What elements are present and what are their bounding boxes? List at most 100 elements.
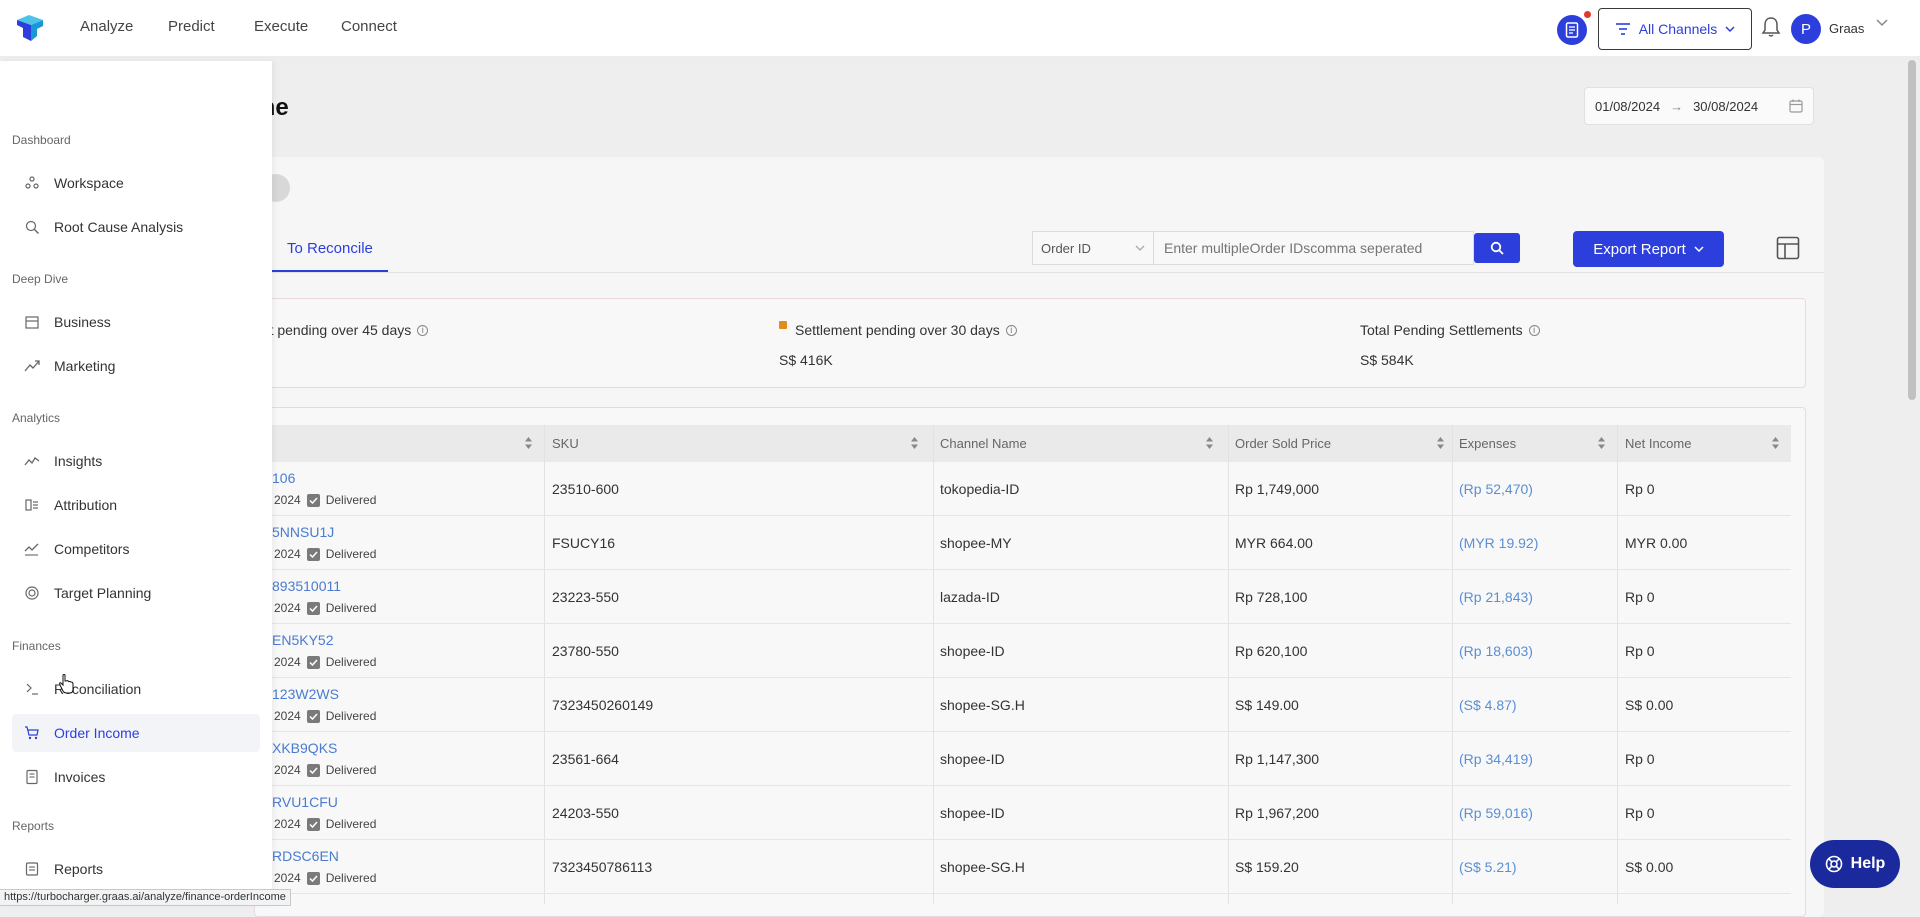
info-icon[interactable]: i (1005, 324, 1017, 336)
calendar-icon (1789, 99, 1803, 113)
sort-icon[interactable] (524, 436, 533, 450)
hand-cursor-icon (59, 674, 74, 694)
order-id-search-input[interactable] (1154, 231, 1474, 265)
export-report-label: Export Report (1593, 240, 1686, 258)
graas-logo[interactable] (15, 14, 45, 42)
sidebar-item-label: Competitors (54, 541, 130, 557)
column-header-net-income[interactable]: Net Income (1625, 436, 1691, 451)
invoice-icon (24, 769, 40, 785)
column-header-channel[interactable]: Channel Name (940, 436, 1027, 451)
order-date: 2024 (274, 601, 301, 615)
legend-marker (779, 321, 787, 329)
sidebar-section-title: Finances (12, 639, 61, 653)
order-id-link[interactable]: 123W2WS (272, 686, 339, 702)
sidebar-item-business[interactable]: Business (12, 303, 260, 341)
sidebar-item-marketing[interactable]: Marketing (12, 347, 260, 385)
help-label: Help (1850, 855, 1886, 872)
sidebar-item-label: Workspace (54, 175, 124, 191)
channel-cell: lazada-ID (940, 589, 1000, 605)
ledger-button[interactable] (1557, 15, 1587, 45)
expenses-link[interactable]: (Rp 52,470) (1459, 481, 1533, 497)
page-scrollbar[interactable] (1908, 60, 1916, 400)
column-settings-icon[interactable] (1776, 236, 1800, 260)
top-navbar: Analyze Predict Execute Connect All Chan… (0, 0, 1920, 57)
sidebar-item-reconciliation[interactable]: Reconciliation (12, 670, 260, 708)
bell-icon[interactable] (1761, 16, 1781, 38)
net-income-cell: Rp 0 (1625, 589, 1655, 605)
column-divider (1617, 425, 1618, 904)
order-id-select[interactable]: Order ID (1032, 231, 1154, 265)
help-button[interactable]: Help (1810, 840, 1900, 888)
order-status: 2024 Delivered (274, 763, 376, 777)
info-icon[interactable]: i (417, 324, 429, 336)
order-status: 2024 Delivered (274, 601, 376, 615)
tab-divider (254, 272, 1824, 273)
order-id-link[interactable]: 5NNSU1J (272, 524, 334, 540)
order-id-link[interactable]: 893510011 (272, 578, 341, 594)
expenses-link[interactable]: (Rp 34,419) (1459, 751, 1533, 767)
info-icon[interactable]: i (1528, 324, 1540, 336)
sku-cell: 24203-550 (552, 805, 619, 821)
table-row-divider (254, 677, 1791, 678)
sidebar-item-root-cause-analysis[interactable]: Root Cause Analysis (12, 208, 260, 246)
order-id-link[interactable]: RVU1CFU (272, 794, 338, 810)
sidebar-section-title: Dashboard (12, 133, 71, 147)
column-divider (933, 425, 934, 904)
sort-icon[interactable] (910, 436, 919, 450)
net-income-cell: Rp 0 (1625, 643, 1655, 659)
column-header-expenses[interactable]: Expenses (1459, 436, 1516, 451)
status-url: https://turbocharger.graas.ai/analyze/fi… (0, 889, 291, 906)
export-report-button[interactable]: Export Report (1573, 231, 1724, 267)
sidebar-item-workspace[interactable]: Workspace (12, 164, 260, 202)
nav-connect[interactable]: Connect (341, 18, 397, 35)
sidebar-item-attribution[interactable]: Attribution (12, 486, 260, 524)
reconciliation-icon (24, 681, 40, 697)
expenses-link[interactable]: (Rp 21,843) (1459, 589, 1533, 605)
order-id-link[interactable]: XKB9QKS (272, 740, 337, 756)
sidebar-item-competitors[interactable]: Competitors (12, 530, 260, 568)
net-income-cell: S$ 0.00 (1625, 859, 1674, 875)
status-label: Delivered (325, 871, 377, 885)
order-id-link[interactable]: 106 (272, 470, 295, 486)
sku-cell: 23223-550 (552, 589, 619, 605)
date-range-picker[interactable]: 01/08/2024 → 30/08/2024 (1584, 87, 1814, 125)
notification-dot (1584, 11, 1591, 18)
expenses-link[interactable]: (S$ 5.21) (1459, 859, 1517, 875)
search-icon (1490, 241, 1504, 255)
status-label: Delivered (325, 547, 377, 561)
expenses-link[interactable]: (S$ 4.87) (1459, 697, 1517, 713)
expenses-link[interactable]: (Rp 59,016) (1459, 805, 1533, 821)
nav-predict[interactable]: Predict (168, 18, 215, 35)
sidebar-item-order-income[interactable]: Order Income (12, 714, 260, 752)
root-cause-icon (24, 219, 40, 235)
channel-filter-label: All Channels (1638, 21, 1718, 37)
filter-icon (1615, 23, 1630, 35)
user-name[interactable]: Graas (1829, 21, 1864, 36)
sidebar-section-title: Deep Dive (12, 272, 69, 286)
search-button[interactable] (1474, 233, 1520, 263)
sort-icon[interactable] (1436, 436, 1445, 450)
nav-analyze[interactable]: Analyze (80, 18, 133, 35)
sort-icon[interactable] (1597, 436, 1606, 450)
order-id-link[interactable]: RDSC6EN (272, 848, 339, 864)
order-id-link[interactable]: EN5KY52 (272, 632, 333, 648)
insights-icon (24, 453, 40, 469)
column-header-price[interactable]: Order Sold Price (1235, 436, 1331, 451)
sidebar-item-reports[interactable]: Reports (12, 850, 260, 888)
expenses-link[interactable]: (Rp 18,603) (1459, 643, 1533, 659)
sidebar-item-invoices[interactable]: Invoices (12, 758, 260, 796)
active-tab-indicator (262, 270, 388, 272)
column-header-sku[interactable]: SKU (552, 436, 579, 451)
expenses-link[interactable]: (MYR 19.92) (1459, 535, 1538, 551)
sidebar: Dashboard Workspace Root Cause Analysis Dee… (0, 61, 272, 904)
channel-filter-button[interactable]: All Channels (1598, 8, 1752, 50)
avatar[interactable]: P (1791, 14, 1821, 44)
chevron-down-icon[interactable] (1876, 19, 1888, 27)
sidebar-item-target-planning[interactable]: Target Planning (12, 574, 260, 612)
sort-icon[interactable] (1205, 436, 1214, 450)
sidebar-item-insights[interactable]: Insights (12, 442, 260, 480)
document-icon (1565, 22, 1579, 38)
nav-execute[interactable]: Execute (254, 18, 308, 35)
sort-icon[interactable] (1771, 436, 1780, 450)
tab-to-reconcile[interactable]: To Reconcile (287, 240, 373, 257)
